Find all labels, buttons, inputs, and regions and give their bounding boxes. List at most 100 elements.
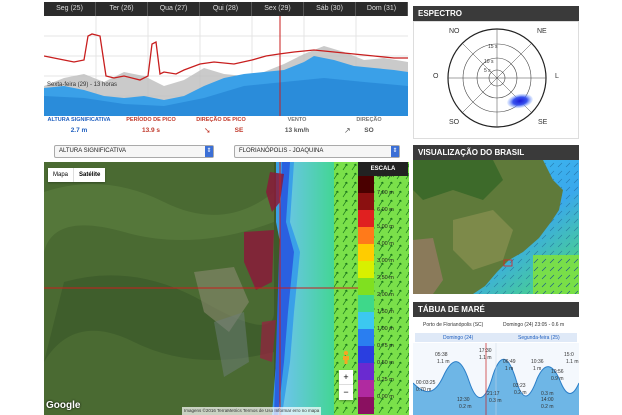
scale-label: 0,75 m bbox=[377, 343, 394, 349]
forecast-summary: ALTURA SIGNIFICATIVA PERÍODO DE PICO DIR… bbox=[44, 116, 408, 138]
location-select[interactable]: FLORIANÓPOLIS - JOAQUINA ⇕ bbox=[234, 145, 400, 158]
tide-high-time: 10:56 bbox=[551, 369, 564, 375]
spectrum-panel: NO NE L O SO SE 15 s 10 s 5 s bbox=[413, 21, 579, 139]
tide-low-height: 0.3 m bbox=[489, 398, 502, 404]
scale-swatch bbox=[358, 210, 374, 227]
scale-swatch bbox=[358, 278, 374, 295]
wind-direction-label: DIREÇÃO bbox=[356, 117, 382, 123]
tide-day-2: Segunda-feira (25) bbox=[518, 335, 560, 341]
scale-swatch bbox=[358, 312, 374, 329]
scale-swatch bbox=[358, 193, 374, 210]
scale-swatch bbox=[358, 346, 374, 363]
chevron-down-icon: ⇕ bbox=[205, 146, 213, 157]
scale-swatch bbox=[358, 329, 374, 346]
scale-swatch bbox=[358, 176, 374, 193]
scale-swatch bbox=[358, 295, 374, 312]
tide-high-time: 15:0 bbox=[564, 352, 574, 358]
tide-low-time: 03:23 bbox=[513, 383, 526, 389]
tide-high-height: 1.1 m bbox=[566, 359, 579, 365]
spectrum-dir-so: SO bbox=[449, 119, 460, 126]
spectrum-dir-no: NO bbox=[449, 28, 460, 35]
day-tab[interactable]: Seg (25) bbox=[44, 2, 96, 16]
spectrum-dir-ne: NE bbox=[537, 28, 547, 35]
scale-label: 4,00 m bbox=[377, 241, 394, 247]
tide-low-height: 0.2 m bbox=[459, 404, 472, 410]
map-attribution[interactable]: Imagens ©2016 TerraMetrics Termos de Uso… bbox=[182, 407, 322, 415]
wave-height-value: 2.7 m bbox=[70, 127, 88, 134]
tide-low-time: 14:00 bbox=[541, 397, 554, 403]
zoom-control: + − bbox=[339, 370, 353, 400]
scale-label: 0,25 m bbox=[377, 377, 394, 383]
street-view-pegman-icon[interactable] bbox=[341, 350, 351, 364]
spectrum-polar-plot bbox=[447, 28, 547, 128]
scale-swatch bbox=[358, 227, 374, 244]
google-logo: Google bbox=[46, 400, 81, 411]
scale-label: 2,00 m bbox=[377, 292, 394, 298]
tide-high-height: 1 m bbox=[505, 366, 514, 372]
scale-label: 1,00 m bbox=[377, 326, 394, 332]
tide-low-height: 0.2 m bbox=[541, 404, 554, 410]
tide-low-time: 00:03:25 bbox=[416, 380, 436, 386]
map-type-switch: Mapa Satélite bbox=[48, 168, 106, 182]
wind-direction-value: SO bbox=[364, 127, 374, 134]
peak-period-label: PERÍODO DE PICO bbox=[126, 117, 176, 123]
scale-swatch bbox=[358, 397, 374, 414]
scale-label: 0,50 m bbox=[377, 360, 394, 366]
tide-panel: Porto de Florianópolis (SC) Domingo (24)… bbox=[413, 317, 579, 415]
scale-label: 3,00 m bbox=[377, 258, 394, 264]
scale-label: 2,50 m bbox=[377, 275, 394, 281]
day-tab[interactable]: Sex (29) bbox=[252, 2, 304, 16]
day-tab[interactable]: Dom (31) bbox=[356, 2, 408, 16]
tide-low-time: 12:30 bbox=[457, 397, 470, 403]
wind-value: 13 km/h bbox=[284, 127, 310, 134]
wind-label: VENTO bbox=[287, 117, 307, 123]
tide-day-1: Domingo (24) bbox=[443, 335, 474, 341]
scale-swatch bbox=[358, 380, 374, 397]
scale-legend: 8,00 m 7,00 m 6,00 m 5,00 m 4,00 m 3,00 m 2,50… bbox=[358, 173, 408, 415]
day-tab[interactable]: Qua (27) bbox=[148, 2, 200, 16]
scale-step: 0,00 m bbox=[358, 394, 408, 414]
scale-label: 8,00 m bbox=[377, 173, 394, 179]
brasil-map-canvas bbox=[413, 160, 579, 294]
variable-select-value: ALTURA SIGNIFICATIVA bbox=[59, 148, 127, 154]
spectrum-dir-o: O bbox=[433, 73, 439, 80]
forecast-graph bbox=[44, 16, 408, 116]
forecast-chart[interactable]: Sexta-feira (29) - 13 horas bbox=[44, 16, 408, 116]
scale-label: 1,50 m bbox=[377, 309, 394, 315]
wave-height-label: ALTURA SIGNIFICATIVA bbox=[47, 117, 111, 123]
tide-port: Porto de Florianópolis (SC) bbox=[423, 322, 484, 328]
chevron-down-icon: ⇕ bbox=[391, 146, 399, 157]
map-type-map[interactable]: Mapa bbox=[48, 168, 73, 182]
spectrum-ring-10: 10 s bbox=[484, 59, 494, 65]
scale-swatch bbox=[358, 244, 374, 261]
zoom-in-button[interactable]: + bbox=[339, 370, 353, 385]
day-tab[interactable]: Ter (26) bbox=[96, 2, 148, 16]
tide-high-height: 1.1 m bbox=[437, 359, 450, 365]
day-tab[interactable]: Qui (28) bbox=[200, 2, 252, 16]
wave-map[interactable] bbox=[44, 162, 409, 415]
brasil-map[interactable] bbox=[413, 160, 579, 294]
tide-high-height: 0.9 m bbox=[551, 376, 564, 382]
spectrum-ring-15: 15 s bbox=[488, 44, 498, 50]
map-controls: ALTURA SIGNIFICATIVA ⇕ FLORIANÓPOLIS - J… bbox=[44, 144, 408, 160]
tide-high-height: 1 m bbox=[533, 366, 542, 372]
scale-label: 5,00 m bbox=[377, 224, 394, 230]
peak-period-value: 13.9 s bbox=[141, 127, 161, 134]
tide-high-time: 10:36 bbox=[531, 359, 544, 365]
tide-low-height: 0.70 m bbox=[416, 387, 432, 393]
spectrum-dir-se: SE bbox=[538, 119, 548, 126]
tide-high-height: 1.1 m bbox=[479, 355, 492, 361]
map-type-satellite[interactable]: Satélite bbox=[73, 168, 105, 182]
tide-low-time: 21:17 bbox=[487, 391, 500, 397]
variable-select[interactable]: ALTURA SIGNIFICATIVA ⇕ bbox=[54, 145, 214, 158]
forecast-time-caption: Sexta-feira (29) - 13 horas bbox=[47, 82, 118, 88]
tide-high-time: 17:30 bbox=[479, 348, 492, 354]
scale-label: 6,00 m bbox=[377, 207, 394, 213]
day-tab[interactable]: Sáb (30) bbox=[304, 2, 356, 16]
zoom-out-button[interactable]: − bbox=[339, 385, 353, 399]
tide-title: TÁBUA DE MARÉ bbox=[413, 302, 579, 317]
tide-low-height: 0.2 m bbox=[514, 390, 527, 396]
tide-high-time: 06:49 bbox=[503, 359, 516, 365]
location-select-value: FLORIANÓPOLIS - JOAQUINA bbox=[239, 148, 324, 154]
peak-direction-label: DIREÇÃO DE PICO bbox=[196, 117, 246, 123]
